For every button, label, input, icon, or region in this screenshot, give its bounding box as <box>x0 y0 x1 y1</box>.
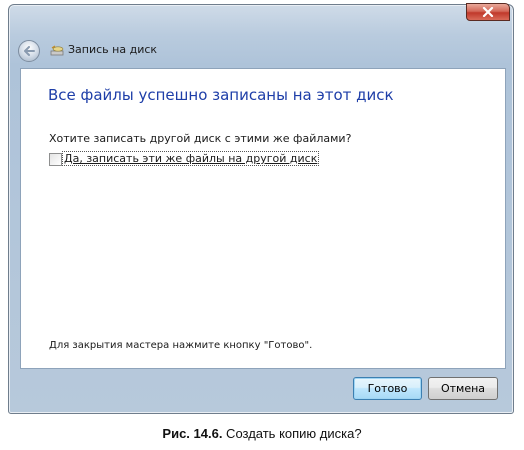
content-panel <box>20 68 506 369</box>
burn-another-label[interactable]: Да, записать эти же файлы на другой диск <box>61 151 320 166</box>
burn-another-checkbox[interactable] <box>49 153 62 166</box>
close-hint-text: Для закрытия мастера нажмите кнопку "Гот… <box>49 340 313 351</box>
done-button[interactable]: Готово <box>353 377 422 400</box>
cancel-button[interactable]: Отмена <box>428 377 498 400</box>
close-icon <box>482 7 494 17</box>
back-button[interactable] <box>18 40 40 62</box>
burn-disc-icon <box>50 45 64 56</box>
window-title: Запись на диск <box>68 43 158 56</box>
close-button[interactable] <box>466 3 510 21</box>
figure-caption: Рис. 14.6. Создать копию диска? <box>0 426 524 441</box>
page-heading: Все файлы успешно записаны на этот диск <box>48 86 394 104</box>
figure-caption-text: Создать копию диска? <box>222 426 362 441</box>
question-text: Хотите записать другой диск с этими же ф… <box>49 132 352 145</box>
figure-caption-label: Рис. 14.6. <box>162 426 223 441</box>
back-arrow-icon <box>24 46 35 56</box>
